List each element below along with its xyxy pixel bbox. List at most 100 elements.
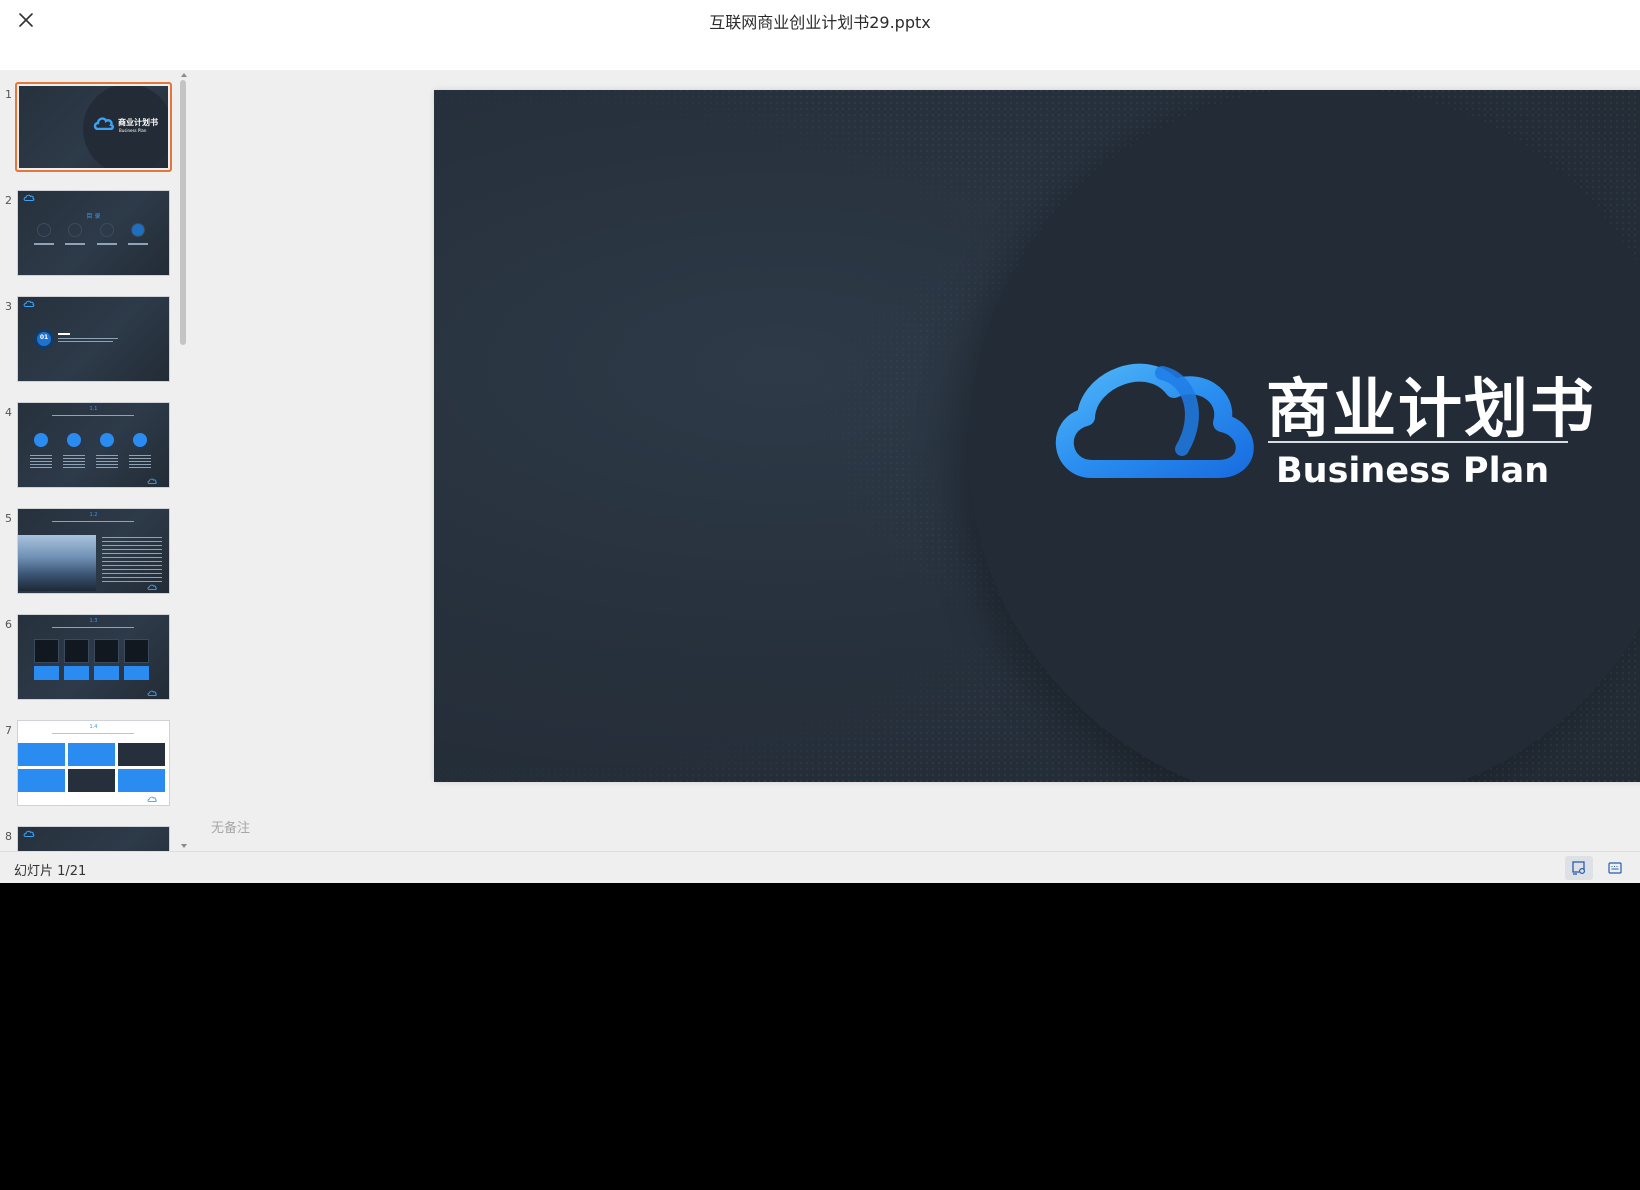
scroll-up-arrow-icon[interactable]	[181, 73, 187, 77]
thumbnail-row-8: 8	[0, 820, 176, 853]
thumbnail-image	[124, 639, 149, 663]
cloud-icon	[23, 300, 35, 307]
thumbnail-number-badge: 01	[39, 334, 49, 341]
cloud-icon	[147, 478, 157, 484]
slide-thumbnail-5[interactable]: 1.2	[17, 508, 170, 594]
main-slide-canvas[interactable]: 商业计划书 Business Plan	[434, 90, 1640, 782]
presentation-viewer: 互联网商业创业计划书29.pptx 1 商业计划书 Business Plan …	[0, 0, 1640, 883]
thumbnail-text-block	[129, 455, 151, 469]
cloud-icon	[93, 117, 114, 130]
thumbnail-number: 5	[5, 512, 12, 525]
thumbnail-row-6: 6 1.3	[0, 608, 176, 700]
thumbnail-number: 6	[5, 618, 12, 631]
cloud-icon	[1055, 363, 1254, 478]
slide-subtitle: Business Plan	[1276, 451, 1550, 491]
thumbnail-title: 商业计划书	[118, 118, 158, 127]
thumbnail-circle	[131, 223, 145, 237]
thumbnail-scrollbar[interactable]	[178, 70, 190, 853]
notes-view-button[interactable]	[1565, 856, 1593, 880]
cloud-icon	[147, 796, 157, 802]
cloud-icon	[147, 584, 157, 590]
thumbnail-title: 1.2	[89, 512, 98, 518]
thumbnail-blue-box	[18, 769, 65, 792]
slide-thumbnail-4[interactable]: 1.1	[17, 402, 170, 488]
thumbnail-circle	[37, 223, 51, 237]
thumbnail-text-block	[30, 455, 52, 469]
thumbnail-blue-box	[94, 666, 119, 680]
thumbnail-preview: 1.2	[18, 509, 169, 593]
slide-thumbnail-8[interactable]	[17, 826, 170, 853]
thumbnail-title: 1.1	[89, 406, 98, 412]
thumbnail-line	[58, 341, 113, 342]
thumbnail-circle	[100, 433, 114, 447]
viewer-header: 互联网商业创业计划书29.pptx	[0, 0, 1640, 70]
thumbnail-dark-box	[118, 743, 165, 766]
thumbnail-title: 1.3	[89, 618, 98, 624]
slide-thumbnail-1[interactable]: 商业计划书 Business Plan	[15, 82, 172, 172]
thumbnail-preview: 1.1	[18, 403, 169, 487]
slide-thumbnail-7[interactable]: 1.4	[17, 720, 170, 806]
thumbnail-circle	[34, 433, 48, 447]
thumbnail-blue-box	[118, 769, 165, 792]
thumbnail-row-5: 5 1.2	[0, 502, 176, 594]
thumbnail-preview: 1.3	[18, 615, 169, 699]
thumbnail-preview: 1.4	[18, 721, 169, 805]
thumbnail-row-7: 7 1.4	[0, 714, 176, 806]
thumbnail-number: 1	[5, 88, 12, 101]
thumbnail-image	[94, 639, 119, 663]
thumbnail-row-2: 2 目 录	[0, 184, 176, 276]
notes-view-icon	[1572, 861, 1586, 875]
thumbnail-row-3: 3 01	[0, 290, 176, 382]
slide-title: 商业计划书	[1266, 373, 1596, 447]
thumbnail-image	[64, 639, 89, 663]
scrollbar-thumb[interactable]	[180, 80, 186, 345]
thumbnail-line	[52, 627, 134, 628]
thumbnail-preview: 商业计划书 Business Plan	[19, 86, 168, 168]
thumbnail-circle	[100, 223, 114, 237]
thumbnail-text-block	[96, 455, 118, 469]
thumbnail-blue-box	[34, 666, 59, 680]
cloud-icon	[23, 830, 35, 837]
thumbnail-line	[97, 243, 117, 245]
file-title: 互联网商业创业计划书29.pptx	[709, 13, 931, 32]
slide-thumbnail-2[interactable]: 目 录	[17, 190, 170, 276]
slide-thumbnail-6[interactable]: 1.3	[17, 614, 170, 700]
thumbnail-line	[58, 333, 70, 335]
thumbnail-line	[65, 243, 85, 245]
status-bar: 幻灯片 1/21	[0, 851, 1640, 883]
thumbnail-preview: 目 录	[18, 191, 169, 275]
thumbnail-preview	[18, 827, 169, 853]
scroll-down-arrow-icon[interactable]	[181, 844, 187, 848]
thumbnail-row-1: 1 商业计划书 Business Plan	[0, 78, 176, 172]
thumbnail-line	[34, 243, 54, 245]
thumbnail-blue-box	[18, 743, 65, 766]
thumbnail-number: 4	[5, 406, 12, 419]
thumbnail-number: 3	[5, 300, 12, 313]
thumbnail-title: 目 录	[86, 213, 101, 220]
thumbnail-subtitle: Business Plan	[119, 128, 147, 133]
thumbnail-number: 7	[5, 724, 12, 737]
speaker-notes[interactable]: 无备注	[211, 817, 250, 836]
thumbnail-landscape-image	[18, 535, 96, 591]
cloud-icon	[23, 194, 35, 201]
slide-thumbnail-3[interactable]: 01	[17, 296, 170, 382]
thumbnail-line	[58, 338, 118, 339]
title-divider	[1268, 441, 1568, 443]
thumbnail-circle	[68, 223, 82, 237]
slide-counter: 幻灯片 1/21	[14, 864, 87, 879]
keyboard-view-button[interactable]	[1601, 856, 1629, 880]
keyboard-icon	[1608, 862, 1622, 874]
thumbnail-number: 2	[5, 194, 12, 207]
thumbnail-title: 1.4	[89, 724, 98, 730]
thumbnail-number: 8	[5, 830, 12, 843]
thumbnail-row-4: 4 1.1	[0, 396, 176, 488]
thumbnail-line	[52, 415, 134, 416]
thumbnail-blue-box	[124, 666, 149, 680]
cloud-icon	[147, 690, 157, 696]
thumbnail-preview: 01	[18, 297, 169, 381]
thumbnail-circle	[133, 433, 147, 447]
thumbnail-circle	[67, 433, 81, 447]
thumbnail-dark-box	[68, 769, 115, 792]
thumbnail-line	[128, 243, 148, 245]
thumbnail-blue-box	[64, 666, 89, 680]
